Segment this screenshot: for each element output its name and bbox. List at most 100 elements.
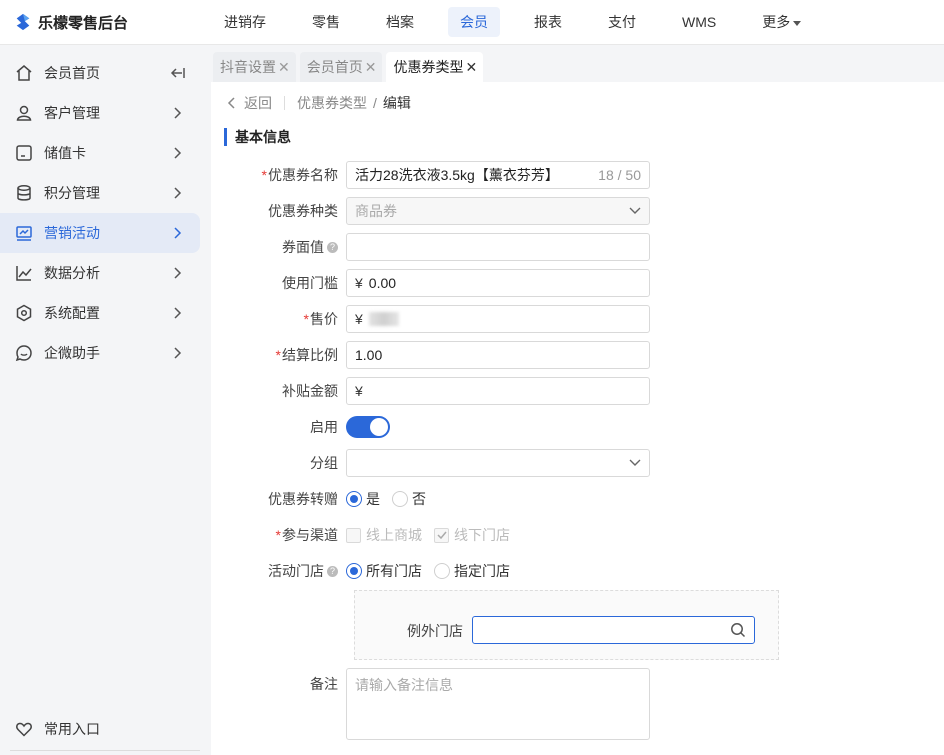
transfer-radio-yes[interactable]: 是 — [346, 489, 380, 509]
help-icon[interactable]: ? — [327, 565, 338, 577]
search-icon[interactable] — [730, 622, 746, 638]
topnav-item-retail[interactable]: 零售 — [300, 7, 352, 37]
form-row-enabled: 启用 — [212, 413, 944, 441]
currency-symbol: ¥ — [355, 275, 363, 291]
back-button[interactable]: 返回 — [226, 93, 272, 113]
field-label: 使用门槛 — [282, 275, 338, 291]
required-mark: * — [275, 347, 281, 363]
stores-radio-specific[interactable]: 指定门店 — [434, 561, 510, 581]
divider — [10, 750, 200, 751]
collapse-sidebar-icon[interactable] — [168, 66, 188, 80]
enabled-toggle[interactable] — [346, 416, 390, 438]
field-label: * 参与渠道 — [212, 525, 346, 545]
form-row-kind: 优惠券种类 商品券 — [212, 197, 944, 225]
form-row-group: 分组 — [212, 449, 944, 477]
divider — [284, 96, 285, 110]
coupon-name-input[interactable]: 活力28洗衣液3.5kg【薰衣芬芳】 18 / 50 — [346, 161, 650, 189]
radio-empty-icon — [392, 491, 408, 507]
sidebar-item-label: 积分管理 — [44, 185, 100, 201]
chevron-right-icon — [168, 347, 188, 359]
channel-offline-checkbox[interactable]: 线下门店 — [434, 525, 510, 545]
sidebar-item-customer[interactable]: 客户管理 — [0, 93, 200, 133]
form-row-settle-ratio: * 结算比例 1.00 — [212, 341, 944, 369]
coupon-kind-select[interactable]: 商品券 — [346, 197, 650, 225]
chevron-right-icon — [168, 267, 188, 279]
price-input[interactable]: ¥ — [346, 305, 650, 333]
chevron-down-icon — [629, 459, 641, 466]
tab-label: 优惠券类型 — [393, 59, 464, 75]
radio-label: 是 — [366, 491, 380, 507]
settle-ratio-input[interactable]: 1.00 — [346, 341, 650, 369]
blurred-price-value — [368, 312, 399, 326]
close-icon[interactable]: ✕ — [365, 52, 377, 82]
field-label: 补贴金额 — [282, 383, 338, 399]
sidebar-item-favorites[interactable]: 常用入口 — [0, 709, 200, 749]
topnav-item-wms[interactable]: WMS — [670, 7, 728, 37]
checkbox-label: 线上商城 — [366, 527, 422, 543]
breadcrumb-current: 编辑 — [382, 95, 411, 111]
checkbox-label: 线下门店 — [454, 527, 510, 543]
breadcrumb: 返回 优惠券类型 / 编辑 — [226, 93, 411, 113]
field-label: * 售价 — [212, 309, 346, 329]
required-mark: * — [261, 167, 267, 183]
breadcrumb-parent[interactable]: 优惠券类型 — [297, 93, 367, 113]
topnav-item-inventory[interactable]: 进销存 — [212, 7, 278, 37]
database-icon — [14, 183, 34, 203]
chevron-right-icon — [168, 227, 188, 239]
transfer-radio-no[interactable]: 否 — [392, 489, 426, 509]
sidebar-item-analytics[interactable]: 数据分析 — [0, 253, 200, 293]
tab-coupon-type[interactable]: 优惠券类型 ✕ — [386, 52, 484, 82]
field-label: 活动门店? — [212, 561, 346, 581]
more-label: 更多 — [762, 14, 791, 30]
topnav-item-more[interactable]: 更多 — [750, 7, 813, 37]
group-select[interactable] — [346, 449, 650, 477]
coupon-kind-value: 商品券 — [355, 203, 397, 219]
topnav-item-report[interactable]: 报表 — [522, 7, 574, 37]
form-row-transfer: 优惠券转赠 是 否 — [212, 485, 944, 513]
close-icon[interactable]: ✕ — [465, 52, 477, 82]
field-label: * 结算比例 — [212, 345, 346, 365]
sidebar-item-system-config[interactable]: 系统配置 — [0, 293, 200, 333]
sidebar-item-label: 客户管理 — [44, 105, 100, 121]
form-row-threshold: 使用门槛 ¥ 0.00 — [212, 269, 944, 297]
form-row-face-value: 券面值? — [212, 233, 944, 261]
sidebar-item-label: 系统配置 — [44, 305, 100, 321]
channel-online-checkbox[interactable]: 线上商城 — [346, 525, 422, 545]
breadcrumb-separator: / — [373, 95, 377, 111]
sidebar-item-marketing[interactable]: 营销活动 — [0, 213, 200, 253]
threshold-input[interactable]: ¥ 0.00 — [346, 269, 650, 297]
topnav-item-member[interactable]: 会员 — [448, 7, 500, 37]
close-icon[interactable]: ✕ — [278, 52, 290, 82]
tab-douyin-settings[interactable]: 抖音设置 ✕ — [213, 52, 296, 82]
face-value-input[interactable] — [346, 233, 650, 261]
threshold-value: 0.00 — [368, 275, 397, 291]
checkbox-checked-icon — [434, 527, 449, 543]
user-icon — [14, 103, 34, 123]
remark-textarea[interactable]: 请输入备注信息 — [346, 668, 650, 740]
chevron-right-icon — [168, 147, 188, 159]
stores-radio-all[interactable]: 所有门店 — [346, 561, 422, 581]
topnav-item-archive[interactable]: 档案 — [374, 7, 426, 37]
sidebar-item-points[interactable]: 积分管理 — [0, 173, 200, 213]
tab-bar: 抖音设置 ✕ 会员首页 ✕ 优惠券类型 ✕ — [211, 45, 944, 82]
chevron-down-icon — [629, 207, 641, 214]
radio-selected-icon — [346, 563, 362, 579]
sidebar-item-member-home[interactable]: 会员首页 — [0, 53, 200, 93]
tab-label: 会员首页 — [306, 59, 363, 75]
sidebar: 会员首页 客户管理 储值卡 积分管理 营销活动 数据分析 系统配置 企微助手 常 — [0, 45, 211, 755]
label-text: 结算比例 — [282, 347, 338, 363]
exception-store-search-input[interactable] — [472, 616, 755, 644]
topnav-item-payment[interactable]: 支付 — [596, 7, 648, 37]
logo[interactable]: 乐檬零售后台 — [0, 12, 212, 33]
subsidy-input[interactable]: ¥ — [346, 377, 650, 405]
sidebar-item-wecom-assistant[interactable]: 企微助手 — [0, 333, 200, 373]
form-row-stores: 活动门店? 所有门店 指定门店 — [212, 557, 944, 585]
tab-member-home[interactable]: 会员首页 ✕ — [299, 52, 383, 82]
sidebar-item-label: 储值卡 — [44, 145, 86, 161]
help-icon[interactable]: ? — [327, 241, 338, 253]
back-label: 返回 — [244, 95, 272, 111]
field-label: 分组 — [310, 455, 338, 471]
sidebar-item-stored-card[interactable]: 储值卡 — [0, 133, 200, 173]
sidebar-item-label: 企微助手 — [44, 345, 100, 361]
chevron-right-icon — [168, 187, 188, 199]
